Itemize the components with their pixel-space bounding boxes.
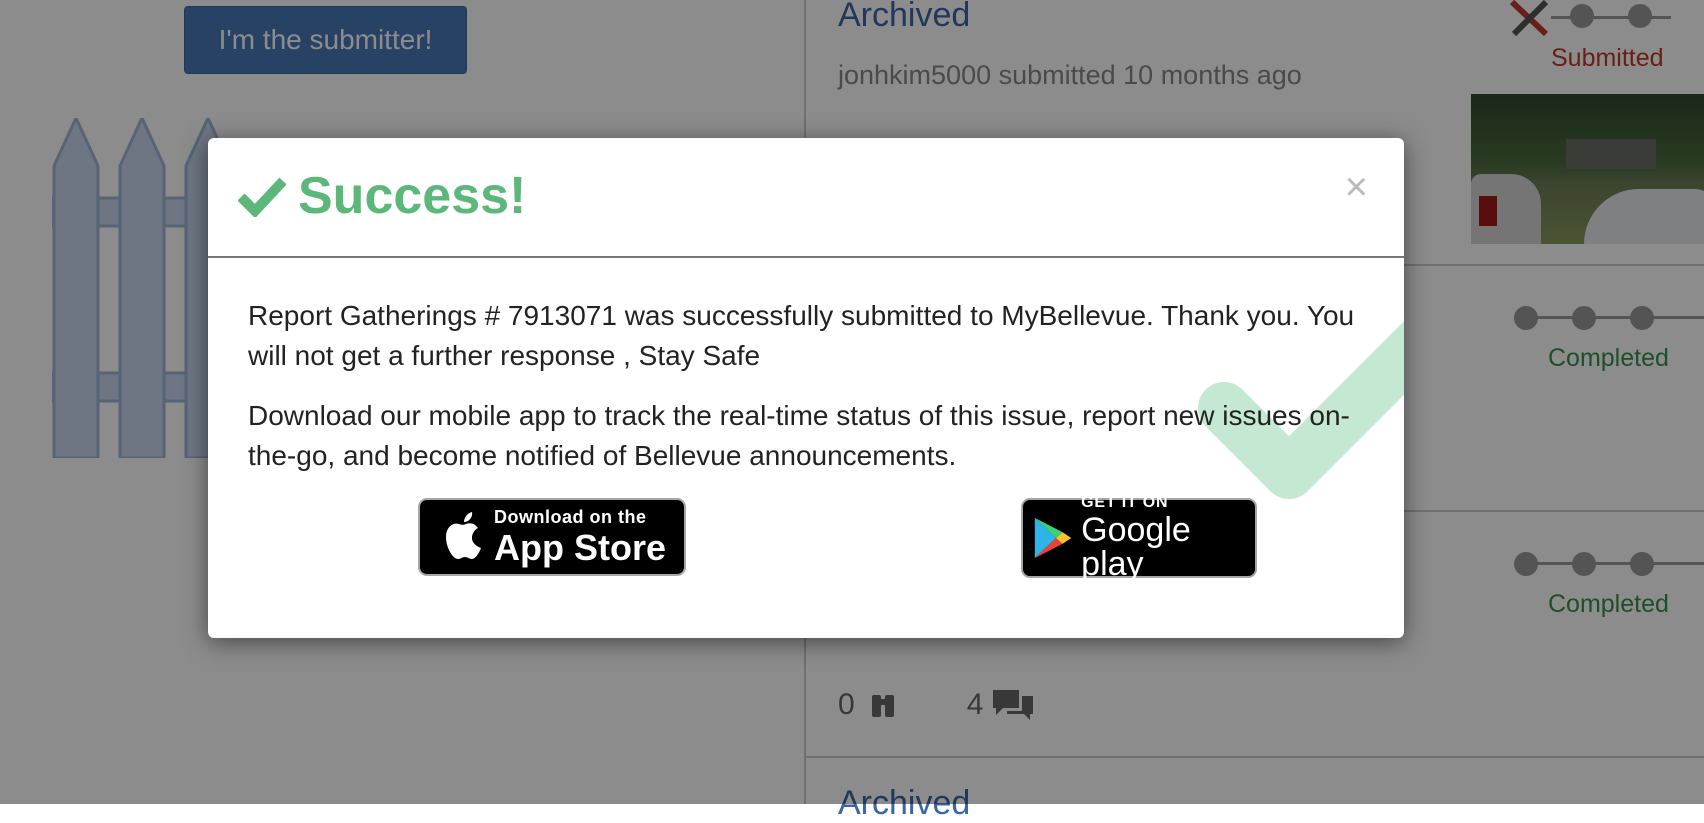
success-message: Report Gatherings # 7913071 was successf… (248, 300, 1355, 371)
app-store-big-text: App Store (494, 527, 667, 568)
modal-title-text: Success! (298, 167, 527, 225)
store-badges: Download on the App Store GET IT ON Goog… (248, 494, 1364, 588)
google-play-badge[interactable]: GET IT ON Google play (1021, 494, 1257, 583)
google-play-big-text: Google play (1081, 511, 1191, 583)
download-app-text: Download our mobile app to track the rea… (248, 400, 1350, 471)
google-play-small-text: GET IT ON (1081, 494, 1169, 511)
checkmark-icon (238, 177, 286, 217)
app-store-small-text: Download on the (494, 507, 647, 527)
modal-header: Success! × (208, 138, 1404, 258)
google-play-icon (1034, 517, 1072, 559)
modal-title: Success! (238, 166, 526, 226)
success-modal: Success! × Report Gatherings # 7913071 w… (208, 138, 1404, 638)
modal-body: Report Gatherings # 7913071 was successf… (208, 258, 1404, 588)
app-store-badge[interactable]: Download on the App Store (418, 498, 686, 576)
apple-icon (446, 512, 481, 559)
close-button[interactable]: × (1339, 164, 1374, 211)
